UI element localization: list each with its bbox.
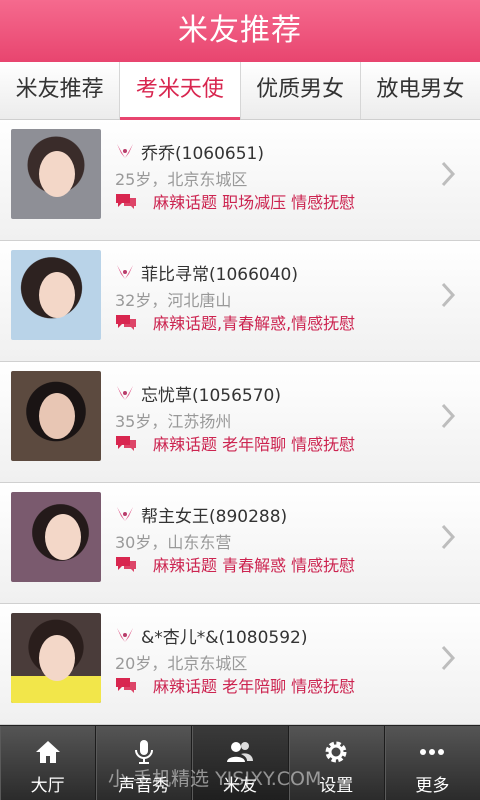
chevron-right-icon [441,403,456,429]
user-list: 乔乔(1060651) 25岁，北京东城区 麻辣话题 职场减压 情感抚慰 菲比寻… [0,120,480,725]
user-meta: 25岁，北京东城区 [115,170,248,189]
user-meta: 30岁，山东东营 [115,533,232,552]
nav-label: 更多 [415,776,450,796]
user-meta: 20岁，北京东城区 [115,654,248,673]
angel-wings-icon [117,144,133,158]
user-name: 帮主女王(890288) [141,506,288,527]
list-item[interactable]: 菲比寻常(1066040) 32岁，河北唐山 麻辣话题,青春解惑,情感抚慰 [0,241,480,362]
nav-hall[interactable]: 大厅 [0,726,97,800]
list-item[interactable]: &*杏儿*&(1080592) 20岁，北京东城区 麻辣话题 老年陪聊 情感抚慰 [0,604,480,725]
user-tags: 麻辣话题 职场减压 情感抚慰 [153,193,356,212]
avatar [11,371,101,461]
microphone-icon [134,740,153,764]
nav-mi-friends[interactable]: 米友 [192,726,289,800]
nav-voice-show[interactable]: 声音秀 [96,726,193,800]
user-tags: 麻辣话题 青春解惑 情感抚慰 [153,556,356,575]
more-dots-icon [420,749,445,755]
tab-kaomi-angel[interactable]: 考米天使 [120,62,241,120]
nav-label: 设置 [319,776,354,796]
tab-flirty-singles[interactable]: 放电男女 [361,62,480,119]
home-icon [35,741,60,763]
user-name: 乔乔(1060651) [141,143,264,164]
angel-wings-icon [117,628,133,642]
user-name: 忘忧草(1056570) [141,385,281,406]
avatar [11,250,101,340]
chevron-right-icon [441,161,456,187]
angel-wings-icon [117,265,133,279]
chat-bubble-icon [116,678,136,693]
chevron-right-icon [441,524,456,550]
user-name: &*杏儿*&(1080592) [141,627,308,648]
chat-bubble-icon [116,436,136,451]
chat-bubble-icon [116,194,136,209]
list-item[interactable]: 乔乔(1060651) 25岁，北京东城区 麻辣话题 职场减压 情感抚慰 [0,120,480,241]
chevron-right-icon [441,282,456,308]
user-tags: 麻辣话题 老年陪聊 情感抚慰 [153,677,356,696]
nav-label: 声音秀 [118,776,170,796]
list-item[interactable]: 帮主女王(890288) 30岁，山东东营 麻辣话题 青春解惑 情感抚慰 [0,483,480,604]
bottom-nav: 大厅 声音秀 米友 设置 更多 [0,725,480,800]
user-tags: 麻辣话题,青春解惑,情感抚慰 [153,314,356,333]
chat-bubble-icon [116,557,136,572]
user-name: 菲比寻常(1066040) [141,264,298,285]
avatar [11,613,101,703]
nav-label: 大厅 [30,776,65,796]
gear-icon [325,741,347,763]
chat-bubble-icon [116,315,136,330]
user-meta: 32岁，河北唐山 [115,291,232,310]
nav-more[interactable]: 更多 [385,726,480,800]
angel-wings-icon [117,507,133,521]
angel-wings-icon [117,386,133,400]
user-tags: 麻辣话题 老年陪聊 情感抚慰 [153,435,356,454]
tab-bar: 米友推荐 考米天使 优质男女 放电男女 [0,62,480,120]
tab-quality-singles[interactable]: 优质男女 [241,62,361,119]
people-icon [227,742,253,762]
nav-settings[interactable]: 设置 [289,726,385,800]
list-item[interactable]: 忘忧草(1056570) 35岁，江苏扬州 麻辣话题 老年陪聊 情感抚慰 [0,362,480,483]
tab-mi-friend-recommend[interactable]: 米友推荐 [0,62,121,119]
page-title: 米友推荐 [0,0,480,62]
user-meta: 35岁，江苏扬州 [115,412,232,431]
chevron-right-icon [441,645,456,671]
avatar [11,129,101,219]
nav-label: 米友 [223,776,257,796]
avatar [11,492,101,582]
